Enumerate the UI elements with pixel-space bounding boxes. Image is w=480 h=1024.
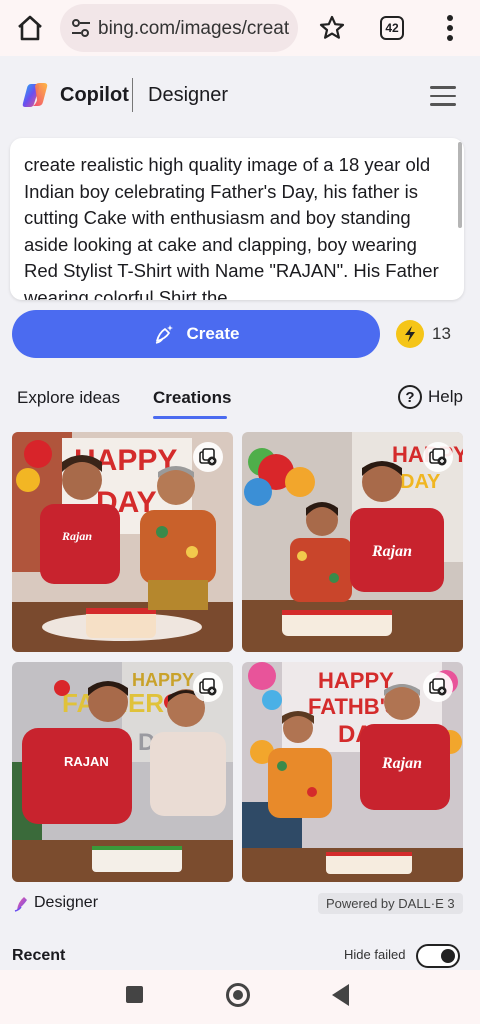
copilot-logo-icon[interactable] [20,80,50,110]
system-nav-bar [0,970,480,1024]
back-triangle-icon[interactable] [332,984,349,1006]
tab-explore-ideas[interactable]: Explore ideas [17,388,120,408]
address-bar[interactable]: bing.com/images/create [60,4,298,52]
designer-logo-icon [14,897,27,912]
generated-image-4[interactable]: HAPPY FATHB'S DAY Rajan [242,662,463,882]
recent-heading: Recent [12,947,66,964]
brand-divider [132,78,133,112]
svg-text:Rajan: Rajan [371,543,412,560]
svg-text:Rajan: Rajan [61,529,92,543]
boost-lightning-icon[interactable] [396,320,424,348]
svg-text:HAPPY: HAPPY [132,670,194,690]
save-to-collection-icon[interactable] [193,442,223,472]
product-name[interactable]: Designer [148,84,228,107]
svg-text:DAY: DAY [400,471,441,493]
designer-mark: Designer [14,894,98,912]
star-icon[interactable] [318,14,346,42]
browser-toolbar: bing.com/images/create 42 [0,0,480,56]
url-text[interactable]: bing.com/images/create [98,18,290,40]
active-tab-indicator [153,416,227,419]
svg-text:RAJAN: RAJAN [64,754,109,769]
create-button[interactable]: Create [12,310,380,358]
designer-label: Designer [34,894,99,911]
magic-pen-icon [155,325,173,344]
svg-text:Rajan: Rajan [381,755,422,772]
prompt-scrollbar[interactable] [458,142,462,228]
boost-count: 13 [432,324,451,343]
powered-by-badge: Powered by DALL·E 3 [318,893,463,914]
tab-creations[interactable]: Creations [153,388,231,408]
more-vert-icon[interactable] [446,14,454,42]
recents-icon[interactable] [126,986,143,1003]
tab-count: 42 [385,21,399,35]
brand-name[interactable]: Copilot [60,84,129,107]
tabs-icon[interactable]: 42 [380,16,404,40]
hamburger-menu-icon[interactable] [430,86,456,106]
save-to-collection-icon[interactable] [423,442,453,472]
toggle-knob [441,949,455,963]
create-button-label: Create [186,324,240,343]
hide-failed-label: Hide failed [344,947,406,962]
generated-image-1[interactable]: HAPPY DAY Rajan [12,432,233,652]
help-icon: ? [398,385,422,409]
help-link[interactable]: ? Help [398,385,463,409]
home-icon[interactable] [14,12,46,44]
hide-failed-toggle[interactable] [416,944,460,968]
prompt-textarea[interactable]: create realistic high quality image of a… [10,138,464,300]
help-label: Help [428,387,463,406]
generated-image-2[interactable]: HAPPY DAY Rajan [242,432,463,652]
home-circle-icon[interactable] [226,983,250,1007]
save-to-collection-icon[interactable] [193,672,223,702]
save-to-collection-icon[interactable] [423,672,453,702]
svg-text:HAPPY: HAPPY [318,668,394,693]
prompt-text[interactable]: create realistic high quality image of a… [24,152,452,300]
generated-image-3[interactable]: HAPPY FATHER DAY RAJAN [12,662,233,882]
app-header: Copilot Designer [0,62,480,126]
tune-icon[interactable] [70,18,92,38]
